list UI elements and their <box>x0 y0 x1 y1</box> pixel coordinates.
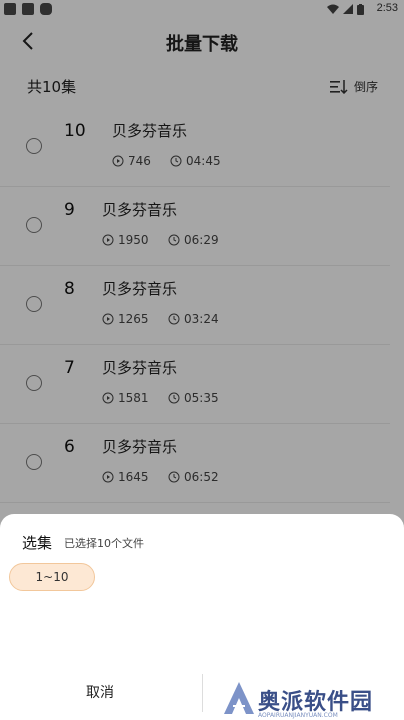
watermark-logo: 奥派软件园 AOPAIRUANJIANYUAN.COM <box>218 674 404 720</box>
cancel-button[interactable]: 取消 <box>60 682 140 702</box>
range-chip[interactable]: 1~10 <box>9 563 95 591</box>
sheet-title: 选集 <box>22 534 53 552</box>
watermark-subtext: AOPAIRUANJIANYUAN.COM <box>258 712 338 719</box>
episode-select-sheet: 选集 已选择10个文件 1~10 取消 奥派软件园 AOPAIRUANJIANY… <box>0 514 404 720</box>
selected-info: 已选择10个文件 <box>64 537 144 550</box>
divider <box>202 674 203 712</box>
watermark-icon <box>224 682 254 714</box>
